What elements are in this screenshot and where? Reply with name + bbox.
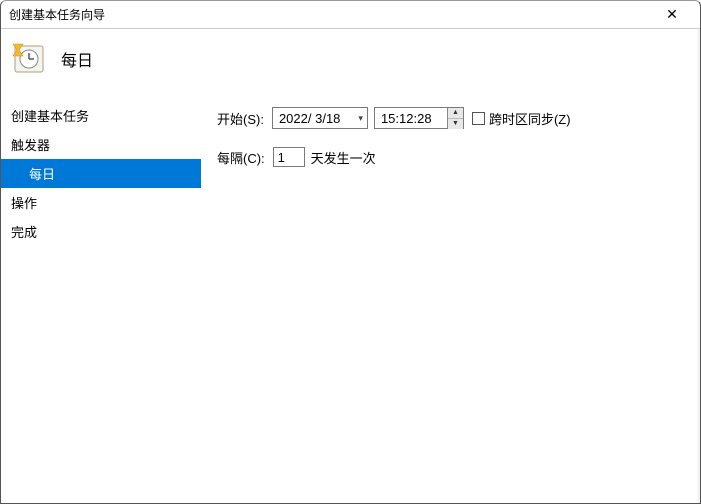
titlebar: 创建基本任务向导 ✕ [1, 1, 700, 29]
clock-icon [13, 42, 47, 76]
interval-value: 1 [278, 150, 285, 165]
sidebar-item-label: 触发器 [11, 138, 50, 153]
close-icon: ✕ [666, 6, 678, 23]
checkbox-box-icon [472, 112, 485, 125]
timezone-sync-checkbox[interactable]: 跨时区同步(Z) [472, 109, 571, 128]
window-shadow [696, 29, 700, 503]
start-time-picker[interactable]: 15:12:28 ▲ ▼ [374, 107, 464, 129]
interval-suffix: 天发生一次 [311, 148, 376, 167]
spin-up-icon[interactable]: ▲ [448, 108, 463, 119]
sidebar-item-3[interactable]: 操作 [1, 188, 201, 217]
page-title: 每日 [61, 47, 93, 71]
spin-down-icon[interactable]: ▼ [448, 119, 463, 129]
time-spinner[interactable]: ▲ ▼ [447, 108, 463, 128]
timezone-label: 跨时区同步(Z) [489, 109, 571, 128]
sidebar-item-label: 操作 [11, 196, 37, 211]
sidebar-item-0[interactable]: 创建基本任务 [1, 101, 201, 130]
start-label: 开始(S): [217, 109, 264, 128]
date-value: 2022/ 3/18 [279, 111, 340, 126]
start-date-picker[interactable]: 2022/ 3/18 ▾ [272, 107, 368, 129]
chevron-down-icon: ▾ [358, 113, 363, 124]
wizard-header: 每日 [1, 29, 700, 89]
window-title: 创建基本任务向导 [9, 6, 652, 23]
interval-row: 每隔(C): 1 天发生一次 [217, 147, 690, 167]
sidebar-item-label: 完成 [11, 225, 37, 240]
sidebar-item-2[interactable]: 每日 [1, 159, 201, 188]
content-area: 创建基本任务触发器每日操作完成 开始(S): 2022/ 3/18 ▾ 15:1… [1, 89, 700, 503]
wizard-sidebar: 创建基本任务触发器每日操作完成 [1, 89, 201, 503]
start-row: 开始(S): 2022/ 3/18 ▾ 15:12:28 ▲ ▼ 跨时区同步(Z… [217, 107, 690, 129]
sidebar-item-label: 每日 [29, 167, 55, 182]
interval-label: 每隔(C): [217, 148, 265, 167]
close-button[interactable]: ✕ [652, 1, 692, 28]
sidebar-item-label: 创建基本任务 [11, 109, 89, 124]
interval-input[interactable]: 1 [273, 147, 305, 167]
time-value: 15:12:28 [381, 111, 447, 126]
main-panel: 开始(S): 2022/ 3/18 ▾ 15:12:28 ▲ ▼ 跨时区同步(Z… [201, 89, 700, 503]
sidebar-item-4[interactable]: 完成 [1, 217, 201, 246]
sidebar-item-1[interactable]: 触发器 [1, 130, 201, 159]
